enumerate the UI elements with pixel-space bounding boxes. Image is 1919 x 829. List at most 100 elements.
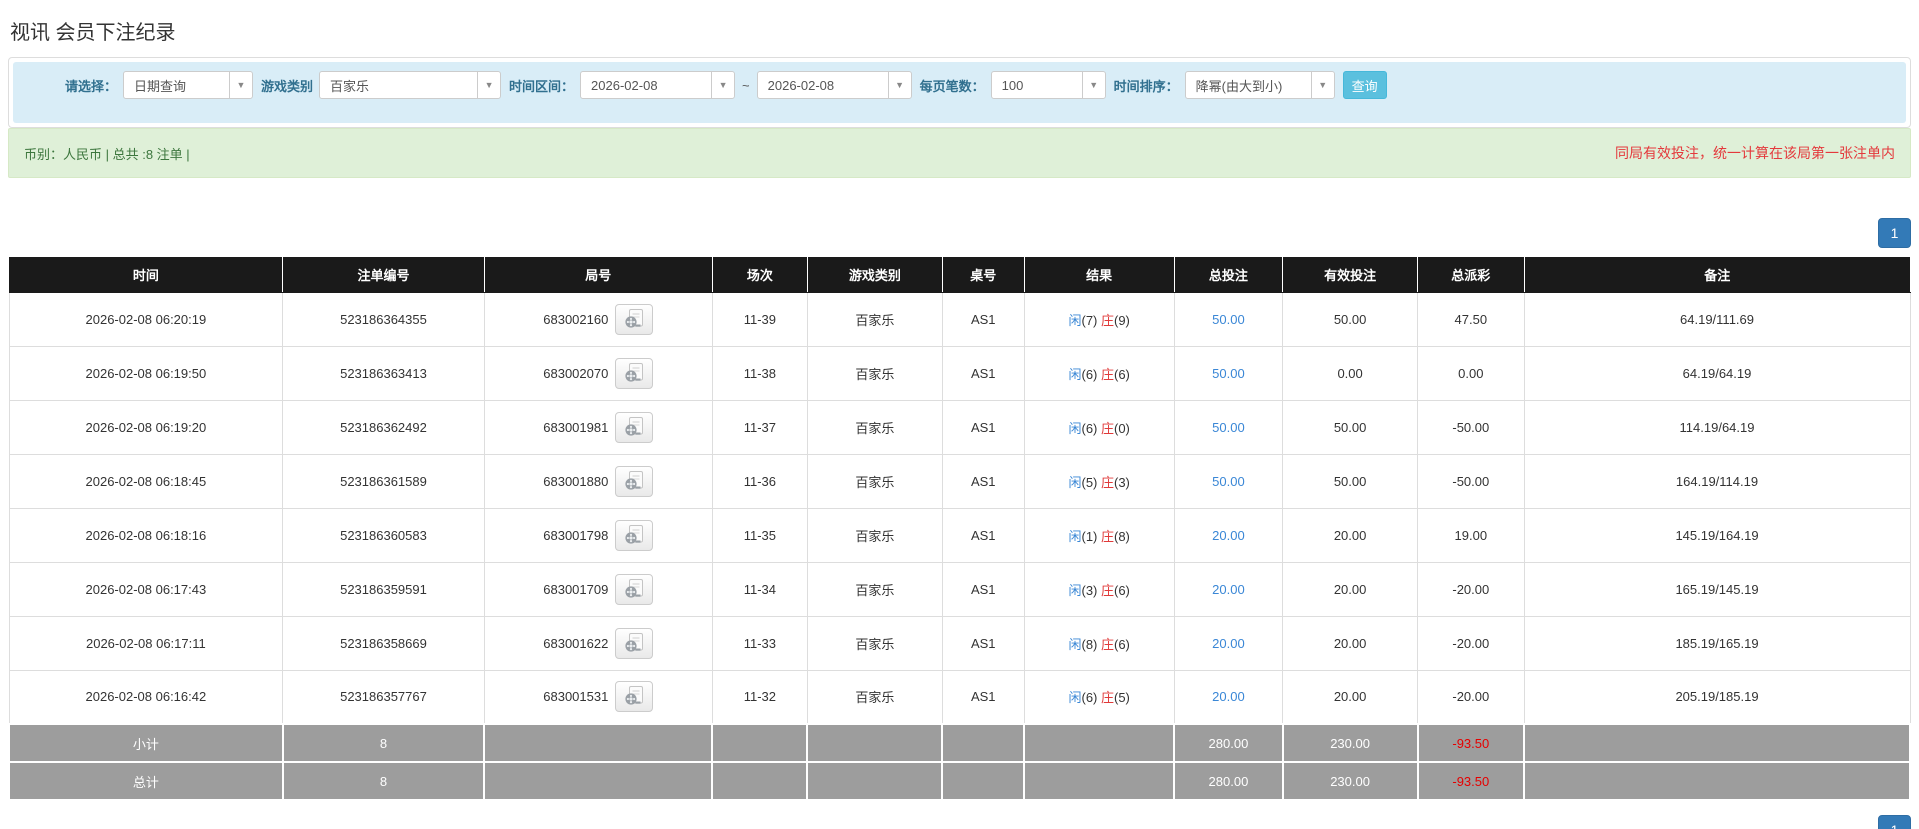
player-score: (1) (1081, 528, 1101, 544)
summary-valid-bet-cell: 230.00 (1281, 761, 1419, 801)
chevron-down-icon: ▼ (229, 72, 253, 98)
summary-empty-cell (483, 761, 714, 801)
game-type-cell: 百家乐 (806, 615, 943, 671)
summary-empty-cell (711, 723, 809, 763)
pagination-bottom: 1 (8, 815, 1911, 829)
records-body: 2026-02-08 06:20:19 523186364355 683002160… (8, 291, 1911, 801)
summary-empty-cell (1523, 761, 1911, 801)
total-bet-link[interactable]: 50.00 (1212, 366, 1245, 381)
valid-bet-cell: 50.00 (1282, 291, 1419, 347)
valid-bet-cell: 50.00 (1282, 453, 1419, 509)
session-cell: 11-36 (711, 453, 808, 509)
col-header-remark: 备注 (1523, 257, 1910, 293)
table-row: 2026-02-08 06:19:20 523186362492 683001981… (8, 399, 1911, 455)
video-replay-button[interactable] (615, 573, 654, 605)
game-type-cell: 百家乐 (806, 345, 943, 401)
total-bet-cell: 20.00 (1173, 615, 1284, 671)
video-replay-button[interactable] (615, 303, 654, 335)
valid-bet-cell: 20.00 (1282, 561, 1419, 617)
remark-cell: 164.19/114.19 (1523, 453, 1911, 509)
video-replay-button[interactable] (615, 357, 654, 389)
video-icon (625, 362, 644, 382)
records-header: 时间 注单编号 局号 场次 游戏类别 桌号 结果 总投注 有效投注 总派彩 备注 (8, 257, 1910, 293)
bet-id-cell: 523186362492 (282, 399, 485, 455)
total-bet-link[interactable]: 20.00 (1212, 689, 1245, 704)
session-cell: 11-39 (711, 291, 808, 347)
remark-cell: 114.19/64.19 (1523, 399, 1911, 455)
summary-total-bet-cell: 280.00 (1173, 761, 1284, 801)
bet-id-cell: 523186358669 (282, 615, 485, 671)
bet-id-cell: 523186360583 (282, 507, 485, 563)
bet-id-cell: 523186361589 (282, 453, 485, 509)
summary-empty-cell (806, 723, 944, 763)
video-icon (625, 470, 644, 490)
banker-score: (0) (1114, 420, 1130, 436)
sort-select[interactable]: 降幂(由大到小) ▼ (1184, 71, 1335, 99)
table-no-cell: AS1 (941, 615, 1025, 671)
result-cell: 闲(6) 庄(6) (1023, 345, 1175, 401)
table-row: 2026-02-08 06:18:16 523186360583 683001798… (8, 507, 1911, 563)
video-icon (625, 308, 644, 328)
result-cell: 闲(7) 庄(9) (1023, 291, 1175, 347)
round-cell: 683001798 (483, 507, 713, 563)
banker-result: 庄 (1100, 312, 1114, 328)
date-from-select[interactable]: 2026-02-08 ▼ (580, 71, 736, 99)
remark-cell: 64.19/111.69 (1523, 291, 1911, 347)
total-bet-link[interactable]: 20.00 (1212, 528, 1245, 543)
total-bet-link[interactable]: 50.00 (1212, 312, 1245, 327)
table-no-cell: AS1 (941, 453, 1025, 509)
currency-summary-bar: 币别：人民币 | 总共 :8 注单 | 同局有效投注，统一计算在该局第一张注单内 (8, 128, 1911, 178)
video-replay-button[interactable] (615, 627, 654, 659)
pagination-top: 1 (8, 218, 1911, 248)
round-cell: 683001531 (483, 669, 713, 725)
col-header-session: 场次 (711, 257, 808, 293)
total-bet-link[interactable]: 50.00 (1212, 474, 1245, 489)
banker-result: 庄 (1100, 366, 1114, 382)
video-replay-button[interactable] (615, 411, 654, 443)
game-type-cell: 百家乐 (806, 561, 943, 617)
total-bet-cell: 20.00 (1173, 507, 1284, 563)
total-bet-link[interactable]: 20.00 (1212, 636, 1245, 651)
table-row: 2026-02-08 06:19:50 523186363413 683002070… (8, 345, 1911, 401)
summary-count-cell: 8 (281, 761, 486, 801)
valid-bet-cell: 0.00 (1282, 345, 1419, 401)
bet-id-cell: 523186363413 (282, 345, 485, 401)
summary-empty-cell (483, 723, 714, 763)
per-page-select[interactable]: 100 ▼ (990, 71, 1106, 99)
summary-empty-cell (1023, 761, 1176, 801)
result-cell: 闲(8) 庄(6) (1023, 615, 1175, 671)
game-type-cell: 百家乐 (806, 669, 943, 725)
total-bet-link[interactable]: 50.00 (1212, 420, 1245, 435)
bet-id-cell: 523186364355 (282, 291, 485, 347)
query-type-select[interactable]: 日期查询 ▼ (123, 71, 254, 99)
banker-score: (3) (1114, 474, 1130, 490)
page-1-button[interactable]: 1 (1878, 218, 1911, 248)
total-bet-cell: 50.00 (1173, 291, 1284, 347)
payout-cell: -50.00 (1417, 453, 1525, 509)
video-replay-button[interactable] (615, 465, 654, 497)
chevron-down-icon: ▼ (887, 72, 911, 98)
per-page-label: 每页笔数： (919, 78, 985, 94)
time-cell: 2026-02-08 06:16:42 (8, 669, 284, 725)
payout-cell: 0.00 (1417, 345, 1525, 401)
page-1-button[interactable]: 1 (1878, 815, 1911, 829)
summary-empty-cell (806, 761, 944, 801)
search-button[interactable]: 查询 (1342, 71, 1387, 99)
video-replay-button[interactable] (615, 519, 654, 551)
table-row: 2026-02-08 06:18:45 523186361589 683001880… (8, 453, 1911, 509)
total-bet-link[interactable]: 20.00 (1212, 582, 1245, 597)
table-no-cell: AS1 (941, 507, 1025, 563)
banker-result: 庄 (1100, 690, 1114, 706)
query-type-filter: 请选择： 日期查询 ▼ (65, 71, 254, 99)
game-type-select[interactable]: 百家乐 ▼ (319, 71, 502, 99)
video-replay-button[interactable] (615, 681, 654, 713)
date-from-value: 2026-02-08 (591, 77, 658, 93)
game-type-cell: 百家乐 (806, 291, 943, 347)
subtotal-row: 小计 8 280.00 230.00 -93.50 (8, 723, 1911, 763)
player-result: 闲 (1068, 636, 1082, 652)
date-to-select[interactable]: 2026-02-08 ▼ (756, 71, 912, 99)
date-to-value: 2026-02-08 (767, 77, 835, 93)
chevron-down-icon: ▼ (1310, 72, 1334, 98)
time-cell: 2026-02-08 06:18:16 (8, 507, 284, 563)
payout-cell: 47.50 (1417, 291, 1525, 347)
